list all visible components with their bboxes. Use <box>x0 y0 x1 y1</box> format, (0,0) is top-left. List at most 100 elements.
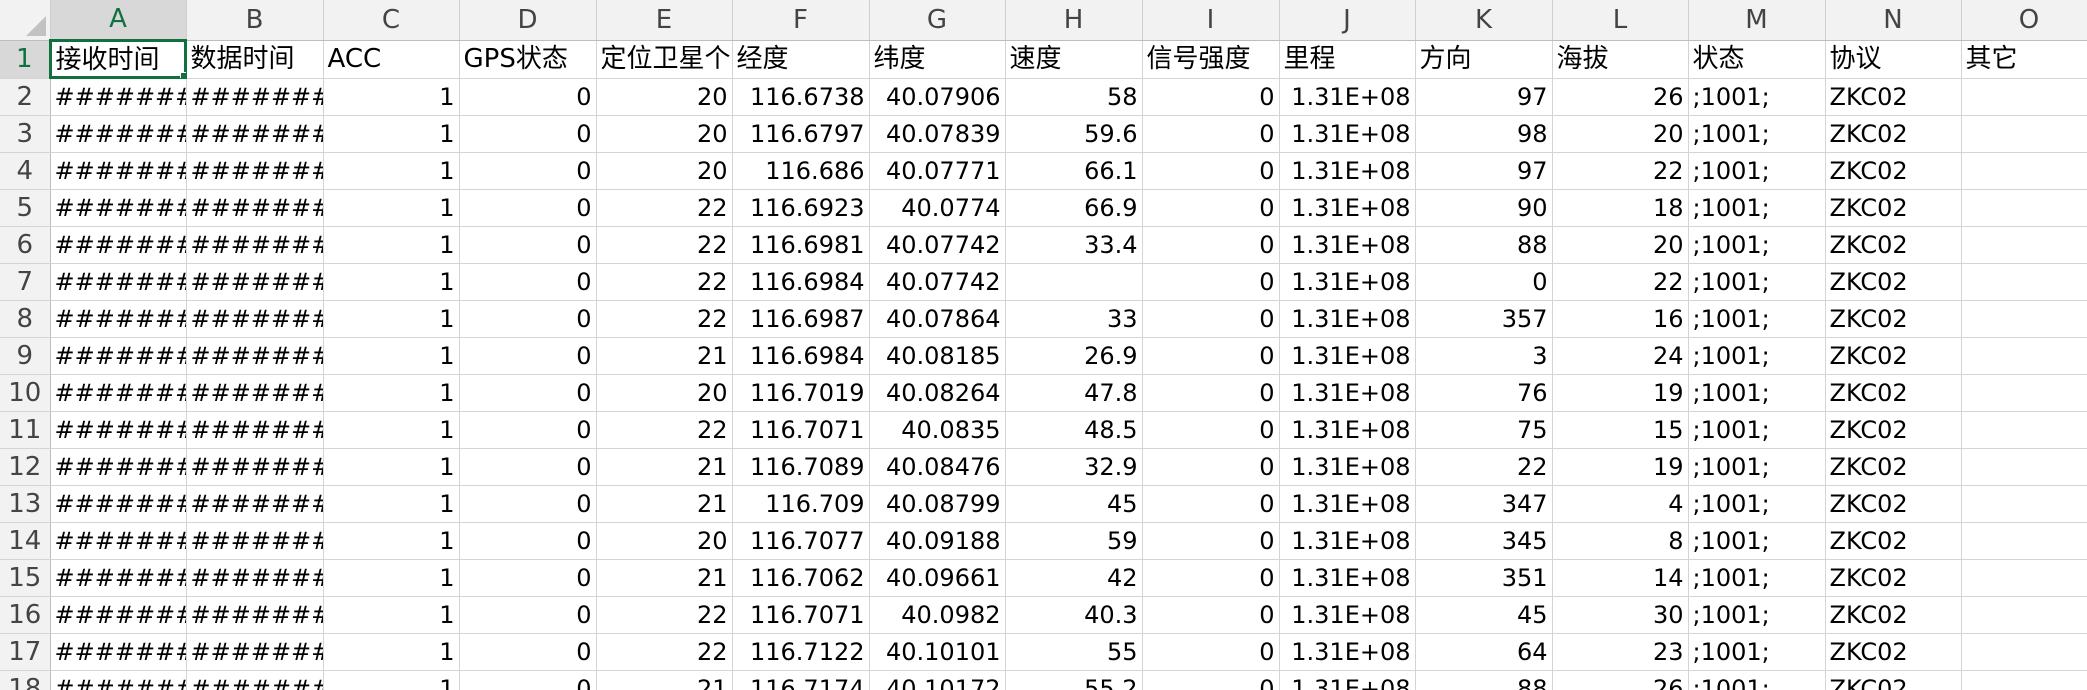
cell-n11[interactable]: ZKC02 <box>1825 411 1962 449</box>
column-header-l[interactable]: L <box>1552 0 1689 41</box>
cell-o12[interactable] <box>1961 448 2087 486</box>
cell-b7[interactable]: ####### <box>186 263 324 301</box>
cell-h15[interactable]: 42 <box>1005 559 1143 597</box>
cell-h9[interactable]: 26.9 <box>1005 337 1143 375</box>
cell-l11[interactable]: 15 <box>1552 411 1689 449</box>
cell-j1[interactable]: 里程 <box>1279 40 1416 79</box>
cell-b18[interactable]: ####### <box>186 670 324 690</box>
cell-f6[interactable]: 116.6981 <box>732 226 870 264</box>
row-header-7[interactable]: 7 <box>0 263 51 301</box>
cell-c2[interactable]: 1 <box>323 78 460 116</box>
cell-g16[interactable]: 40.0982 <box>869 596 1006 634</box>
cell-m1[interactable]: 状态 <box>1688 40 1826 79</box>
cell-o4[interactable] <box>1961 152 2087 190</box>
cell-e9[interactable]: 21 <box>596 337 733 375</box>
row-header-3[interactable]: 3 <box>0 115 51 153</box>
cell-h7[interactable] <box>1005 263 1143 301</box>
cell-g11[interactable]: 40.0835 <box>869 411 1006 449</box>
cell-l9[interactable]: 24 <box>1552 337 1689 375</box>
cell-h3[interactable]: 59.6 <box>1005 115 1143 153</box>
cell-h4[interactable]: 66.1 <box>1005 152 1143 190</box>
row-header-18[interactable]: 18 <box>0 670 51 690</box>
row-header-17[interactable]: 17 <box>0 633 51 671</box>
cell-i2[interactable]: 0 <box>1142 78 1280 116</box>
row-header-5[interactable]: 5 <box>0 189 51 227</box>
cell-m8[interactable]: ;1001; <box>1688 300 1826 338</box>
cell-g13[interactable]: 40.08799 <box>869 485 1006 523</box>
cell-m15[interactable]: ;1001; <box>1688 559 1826 597</box>
cell-j9[interactable]: 1.31E+08 <box>1279 337 1416 375</box>
cell-g12[interactable]: 40.08476 <box>869 448 1006 486</box>
cell-k15[interactable]: 351 <box>1415 559 1553 597</box>
cell-n5[interactable]: ZKC02 <box>1825 189 1962 227</box>
cell-i12[interactable]: 0 <box>1142 448 1280 486</box>
cell-d14[interactable]: 0 <box>459 522 597 560</box>
cell-h12[interactable]: 32.9 <box>1005 448 1143 486</box>
cell-m18[interactable]: ;1001; <box>1688 670 1826 690</box>
cell-f3[interactable]: 116.6797 <box>732 115 870 153</box>
column-header-o[interactable]: O <box>1961 0 2087 41</box>
cell-table[interactable]: ABCDEFGHIJKLMNO 1 接收时间 数据时间 ACC GPS状态 定位卫星个 经度… <box>0 0 2087 690</box>
cell-f14[interactable]: 116.7077 <box>732 522 870 560</box>
cell-d9[interactable]: 0 <box>459 337 597 375</box>
cell-o15[interactable] <box>1961 559 2087 597</box>
cell-e3[interactable]: 20 <box>596 115 733 153</box>
cell-k17[interactable]: 64 <box>1415 633 1553 671</box>
cell-f8[interactable]: 116.6987 <box>732 300 870 338</box>
cell-n16[interactable]: ZKC02 <box>1825 596 1962 634</box>
cell-e2[interactable]: 20 <box>596 78 733 116</box>
cell-c17[interactable]: 1 <box>323 633 460 671</box>
cell-j13[interactable]: 1.31E+08 <box>1279 485 1416 523</box>
cell-i15[interactable]: 0 <box>1142 559 1280 597</box>
cell-j15[interactable]: 1.31E+08 <box>1279 559 1416 597</box>
cell-e13[interactable]: 21 <box>596 485 733 523</box>
cell-k2[interactable]: 97 <box>1415 78 1553 116</box>
cell-m17[interactable]: ;1001; <box>1688 633 1826 671</box>
cell-j16[interactable]: 1.31E+08 <box>1279 596 1416 634</box>
cell-d17[interactable]: 0 <box>459 633 597 671</box>
cell-c6[interactable]: 1 <box>323 226 460 264</box>
cell-i10[interactable]: 0 <box>1142 374 1280 412</box>
cell-k8[interactable]: 357 <box>1415 300 1553 338</box>
column-header-c[interactable]: C <box>323 0 460 41</box>
cell-e6[interactable]: 22 <box>596 226 733 264</box>
cell-b12[interactable]: ####### <box>186 448 324 486</box>
cell-d6[interactable]: 0 <box>459 226 597 264</box>
row-header-4[interactable]: 4 <box>0 152 51 190</box>
cell-f5[interactable]: 116.6923 <box>732 189 870 227</box>
cell-a2[interactable]: ####### <box>50 78 187 116</box>
cell-c13[interactable]: 1 <box>323 485 460 523</box>
cell-d12[interactable]: 0 <box>459 448 597 486</box>
cell-j18[interactable]: 1.31E+08 <box>1279 670 1416 690</box>
cell-c1[interactable]: ACC <box>323 40 460 79</box>
cell-e1[interactable]: 定位卫星个 <box>596 40 733 79</box>
cell-k12[interactable]: 22 <box>1415 448 1553 486</box>
cell-j8[interactable]: 1.31E+08 <box>1279 300 1416 338</box>
cell-b6[interactable]: ####### <box>186 226 324 264</box>
column-header-d[interactable]: D <box>459 0 597 41</box>
cell-k6[interactable]: 88 <box>1415 226 1553 264</box>
cell-f13[interactable]: 116.709 <box>732 485 870 523</box>
cell-m14[interactable]: ;1001; <box>1688 522 1826 560</box>
cell-j11[interactable]: 1.31E+08 <box>1279 411 1416 449</box>
cell-n7[interactable]: ZKC02 <box>1825 263 1962 301</box>
cell-b9[interactable]: ####### <box>186 337 324 375</box>
cell-o6[interactable] <box>1961 226 2087 264</box>
cell-m2[interactable]: ;1001; <box>1688 78 1826 116</box>
cell-e10[interactable]: 20 <box>596 374 733 412</box>
cell-i18[interactable]: 0 <box>1142 670 1280 690</box>
cell-h2[interactable]: 58 <box>1005 78 1143 116</box>
row-header-2[interactable]: 2 <box>0 78 51 116</box>
column-header-n[interactable]: N <box>1825 0 1962 41</box>
cell-a6[interactable]: ####### <box>50 226 187 264</box>
cell-k11[interactable]: 75 <box>1415 411 1553 449</box>
cell-d18[interactable]: 0 <box>459 670 597 690</box>
cell-l5[interactable]: 18 <box>1552 189 1689 227</box>
cell-a8[interactable]: ####### <box>50 300 187 338</box>
cell-l14[interactable]: 8 <box>1552 522 1689 560</box>
cell-o14[interactable] <box>1961 522 2087 560</box>
column-header-j[interactable]: J <box>1279 0 1416 41</box>
row-header-13[interactable]: 13 <box>0 485 51 523</box>
cell-m7[interactable]: ;1001; <box>1688 263 1826 301</box>
cell-g4[interactable]: 40.07771 <box>869 152 1006 190</box>
